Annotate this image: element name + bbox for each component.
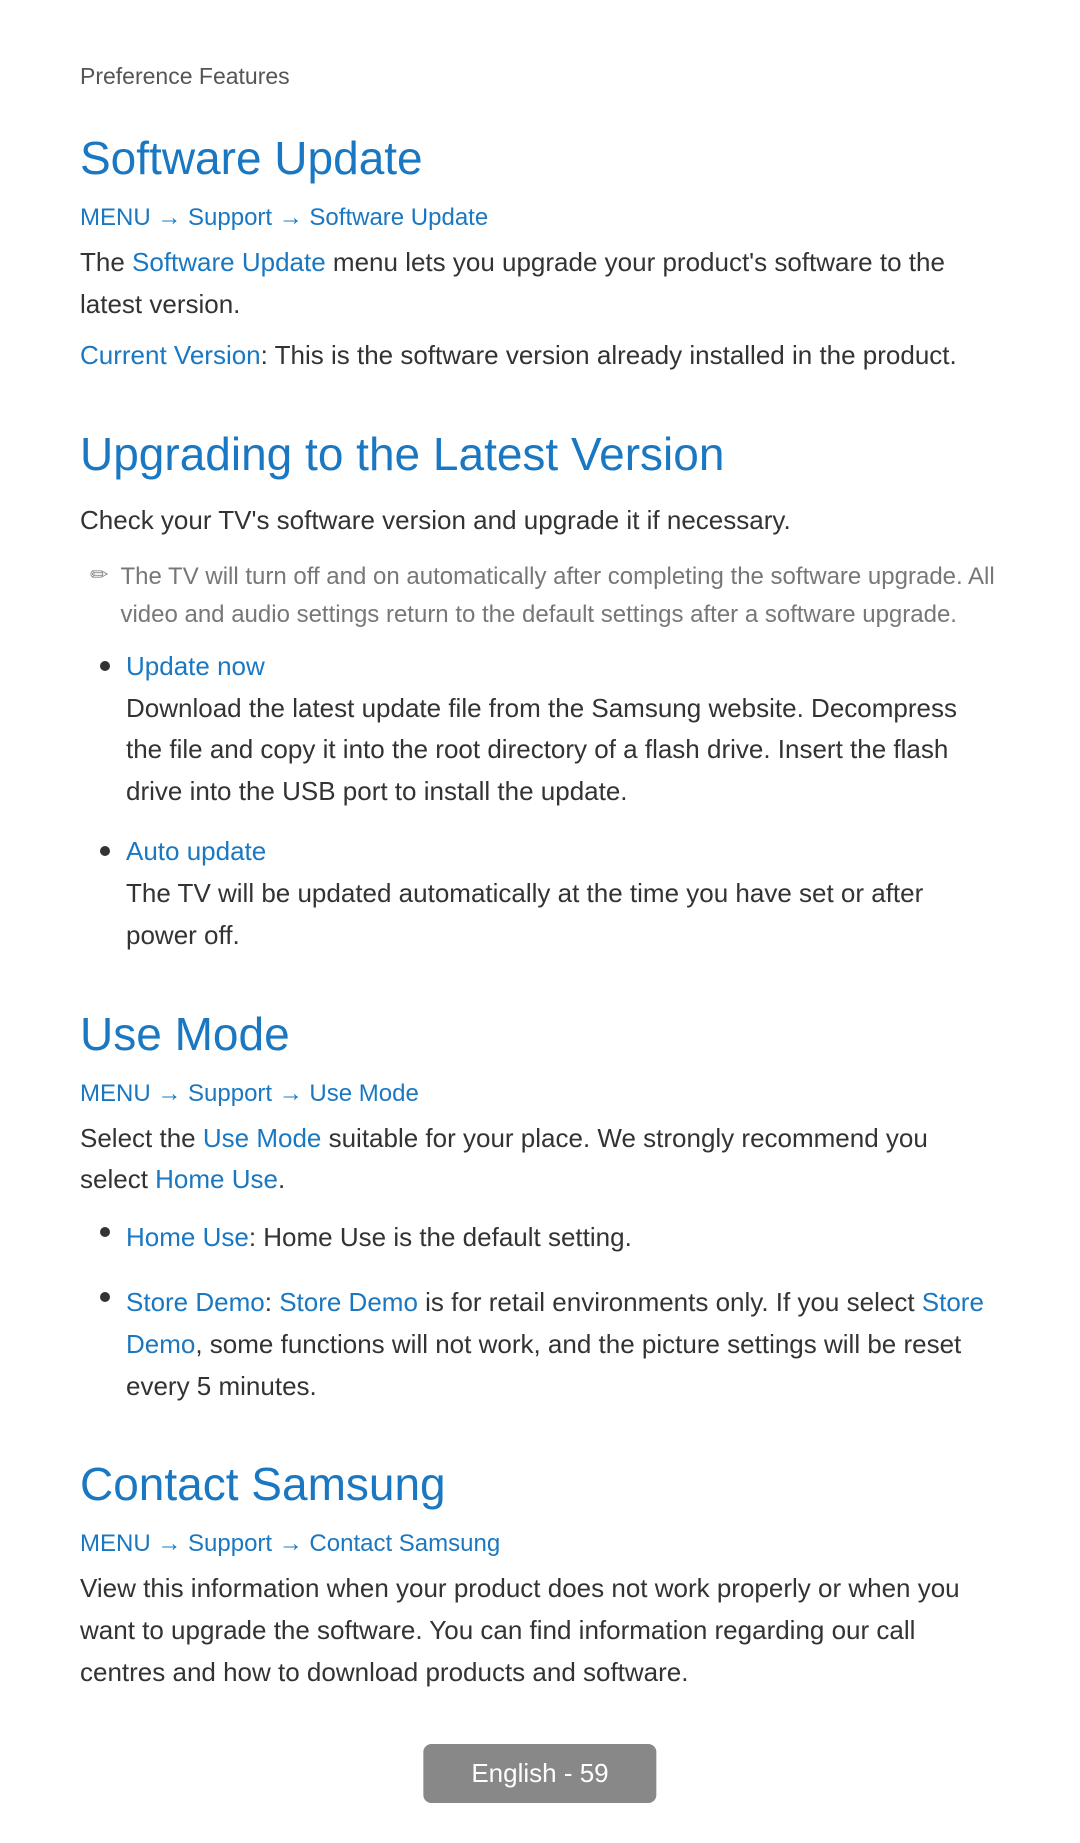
contact-arrow1: → xyxy=(157,1530,188,1557)
upgrading-section: Upgrading to the Latest Version Check yo… xyxy=(80,427,1000,957)
use-mode-nav: MENU → Support → Use Mode xyxy=(80,1080,1000,1108)
bullet-dot-4 xyxy=(100,1292,110,1302)
contact-samsung-section: Contact Samsung MENU → Support → Contact… xyxy=(80,1457,1000,1693)
list-item-update-now: Update now Download the latest update fi… xyxy=(100,651,1000,813)
use-mode-desc-before: Select the xyxy=(80,1123,203,1153)
nav-menu: MENU xyxy=(80,204,151,231)
update-now-title: Update now xyxy=(126,651,1000,682)
contact-samsung-title: Contact Samsung xyxy=(80,1457,1000,1512)
nav-page: Software Update xyxy=(309,204,488,231)
contact-samsung-desc: View this information when your product … xyxy=(80,1568,1000,1693)
software-update-section: Software Update MENU → Support → Softwar… xyxy=(80,131,1000,377)
footer-label: English - 59 xyxy=(471,1758,608,1788)
desc-highlight: Software Update xyxy=(132,247,326,277)
store-demo-title: Store Demo xyxy=(126,1287,265,1317)
store-demo-content: Store Demo: Store Demo is for retail env… xyxy=(126,1282,1000,1407)
home-use-desc: Home Use: Home Use is the default settin… xyxy=(126,1217,1000,1259)
software-update-description: The Software Update menu lets you upgrad… xyxy=(80,242,1000,325)
auto-update-content: Auto update The TV will be updated autom… xyxy=(126,836,1000,956)
nav-arrow2: → xyxy=(279,204,303,231)
store-demo-after: , some functions will not work, and the … xyxy=(126,1329,961,1401)
use-mode-desc-h1: Use Mode xyxy=(203,1123,322,1153)
software-update-nav: MENU → Support → Software Update xyxy=(80,204,1000,232)
software-update-title: Software Update xyxy=(80,131,1000,186)
current-version-text: Current Version: This is the software ve… xyxy=(80,335,1000,377)
breadcrumb-label: Preference Features xyxy=(80,63,290,89)
nav-arrow1: → xyxy=(157,204,181,231)
page-container: Preference Features Software Update MENU… xyxy=(0,0,1080,1843)
store-demo-desc: Store Demo: Store Demo is for retail env… xyxy=(126,1282,1000,1407)
use-mode-nav-support: Support xyxy=(188,1080,272,1107)
upgrading-note-block: ✏ The TV will turn off and on automatica… xyxy=(80,558,1000,635)
contact-nav-support: Support xyxy=(188,1530,272,1557)
update-now-content: Update now Download the latest update fi… xyxy=(126,651,1000,813)
desc-before: The xyxy=(80,247,132,277)
bullet-dot-3 xyxy=(100,1227,110,1237)
use-mode-nav-page: Use Mode xyxy=(309,1080,418,1107)
upgrading-check-text: Check your TV's software version and upg… xyxy=(80,500,1000,542)
contact-arrow2: → xyxy=(279,1530,310,1557)
use-mode-arrow2: → xyxy=(279,1080,310,1107)
current-version-label: Current Version xyxy=(80,340,261,370)
list-item-auto-update: Auto update The TV will be updated autom… xyxy=(100,836,1000,956)
home-use-title: Home Use xyxy=(126,1222,249,1252)
update-now-desc: Download the latest update file from the… xyxy=(126,688,1000,813)
footer-badge: English - 59 xyxy=(423,1744,656,1803)
auto-update-title: Auto update xyxy=(126,836,1000,867)
store-demo-before: is for retail environments only. If you … xyxy=(418,1287,922,1317)
bullet-dot xyxy=(100,661,110,671)
contact-nav-menu: MENU xyxy=(80,1530,151,1557)
use-mode-list: Home Use: Home Use is the default settin… xyxy=(80,1217,1000,1407)
breadcrumb: Preference Features xyxy=(80,60,1000,91)
upgrading-note: The TV will turn off and on automaticall… xyxy=(120,558,1000,635)
note-icon: ✏ xyxy=(90,562,108,588)
nav-support: Support xyxy=(188,204,272,231)
use-mode-description: Select the Use Mode suitable for your pl… xyxy=(80,1118,1000,1201)
auto-update-desc: The TV will be updated automatically at … xyxy=(126,873,1000,956)
use-mode-desc-h2: Home Use xyxy=(155,1164,278,1194)
use-mode-title: Use Mode xyxy=(80,1007,1000,1062)
store-demo-highlight: Store Demo xyxy=(279,1287,418,1317)
current-version-suffix: : This is the software version already i… xyxy=(261,340,957,370)
contact-nav-page: Contact Samsung xyxy=(309,1530,500,1557)
use-mode-arrow1: → xyxy=(157,1080,188,1107)
store-demo-suffix: : xyxy=(265,1287,279,1317)
home-use-content: Home Use: Home Use is the default settin… xyxy=(126,1217,1000,1259)
bullet-dot-2 xyxy=(100,846,110,856)
use-mode-desc-end: . xyxy=(278,1164,285,1194)
use-mode-section: Use Mode MENU → Support → Use Mode Selec… xyxy=(80,1007,1000,1408)
upgrading-title: Upgrading to the Latest Version xyxy=(80,427,1000,482)
list-item-store-demo: Store Demo: Store Demo is for retail env… xyxy=(100,1282,1000,1407)
use-mode-nav-menu: MENU xyxy=(80,1080,151,1107)
upgrading-list: Update now Download the latest update fi… xyxy=(80,651,1000,957)
list-item-home-use: Home Use: Home Use is the default settin… xyxy=(100,1217,1000,1259)
contact-samsung-nav: MENU → Support → Contact Samsung xyxy=(80,1530,1000,1558)
home-use-suffix: : Home Use is the default setting. xyxy=(249,1222,632,1252)
